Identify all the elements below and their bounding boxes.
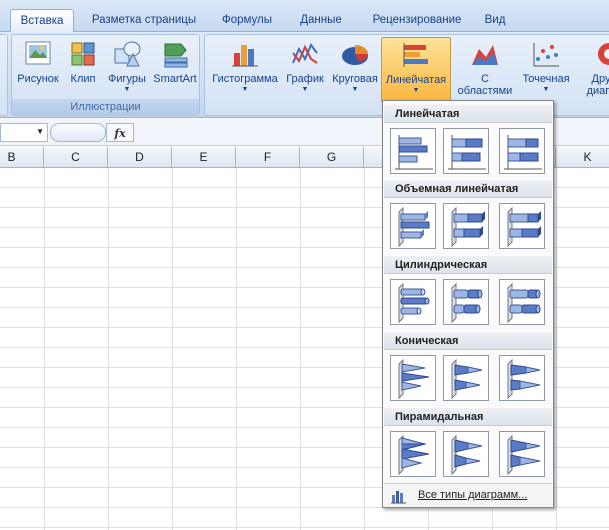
bar-chart-gallery: Линейчатая Объемная линейчатая Цилиндрич… [382,100,554,508]
area-chart-button[interactable]: С областями [455,39,515,101]
percent-stacked-cone-thumb[interactable] [499,355,545,401]
stacked-cone-thumb[interactable] [443,355,489,401]
section-cone: Коническая [384,332,552,350]
formula-bar-resize-handle[interactable] [50,123,106,142]
smartart-icon [159,39,191,69]
percent-stacked-bar-3d-thumb[interactable] [499,203,545,249]
percent-stacked-cylinder-thumb[interactable] [499,279,545,325]
ribbon-tab-bar: Вставка Разметка страницы Формулы Данные… [0,0,609,32]
insert-function-button[interactable]: fx [106,123,134,142]
chevron-down-icon: ▼ [241,86,249,93]
ribbon-group-tables [0,34,8,116]
column-header-c[interactable]: C [44,147,108,168]
column-header-b[interactable]: B [0,147,44,168]
smartart-button[interactable]: SmartArt [151,39,199,101]
scatter-chart-icon [530,39,562,69]
stacked-bar-thumb[interactable] [443,128,489,174]
picture-button[interactable]: Рисунок [15,39,61,101]
pie-chart-icon [339,39,371,69]
tab-review[interactable]: Рецензирование [362,9,472,32]
other-charts-icon [585,39,609,69]
chevron-down-icon[interactable]: ▼ [36,127,44,136]
scatter-chart-button[interactable]: Точечная ▼ [519,39,573,101]
chevron-down-icon: ▼ [412,87,420,94]
area-chart-icon [469,39,501,69]
bar-chart-button[interactable]: Линейчатая ▼ [381,37,451,103]
chevron-down-icon: ▼ [123,86,131,93]
stacked-pyramid-thumb[interactable] [443,431,489,477]
section-pyramid: Пирамидальная [384,408,552,426]
column-header-f[interactable]: F [236,147,300,168]
tab-data[interactable]: Данные [290,9,352,32]
clustered-cylinder-thumb[interactable] [390,279,436,325]
stacked-bar-3d-thumb[interactable] [443,203,489,249]
shapes-button[interactable]: Фигуры ▼ [105,39,149,101]
column-header-k[interactable]: K [556,147,609,168]
percent-stacked-bar-thumb[interactable] [499,128,545,174]
other-charts-button[interactable]: Дру диагр [581,39,609,101]
shapes-icon [111,39,143,69]
clustered-pyramid-thumb[interactable] [390,431,436,477]
tab-page-layout[interactable]: Разметка страницы [82,9,206,32]
column-chart-button[interactable]: Гистограмма ▼ [208,39,282,101]
percent-stacked-pyramid-thumb[interactable] [499,431,545,477]
column-chart-icon [229,39,261,69]
clip-art-button[interactable]: Клип [65,39,101,101]
chevron-down-icon: ▼ [351,86,359,93]
section-bar-2d: Линейчатая [384,105,552,123]
name-box[interactable]: ▼ [0,123,48,142]
tab-formulas[interactable]: Формулы [214,9,280,32]
clustered-bar-3d-thumb[interactable] [390,203,436,249]
clustered-cone-thumb[interactable] [390,355,436,401]
line-chart-icon [289,39,321,69]
clustered-bar-thumb[interactable] [390,128,436,174]
clip-art-icon [67,39,99,69]
tab-view[interactable]: Вид [478,9,512,32]
stacked-cylinder-thumb[interactable] [443,279,489,325]
all-chart-types-link[interactable]: Все типы диаграмм... [384,483,552,507]
all-chart-types-label: Все типы диаграмм... [418,489,528,501]
bar-chart-icon [400,40,432,70]
section-bar-3d: Объемная линейчатая [384,180,552,198]
ribbon-group-illustrations: Рисунок Клип Фигуры ▼ SmartArt Иллюстрац… [11,34,200,116]
column-header-d[interactable]: D [108,147,172,168]
picture-icon [22,39,54,69]
section-cylinder: Цилиндрическая [384,256,552,274]
line-chart-button[interactable]: График ▼ [284,39,326,101]
chevron-down-icon: ▼ [301,86,309,93]
illustrations-group-label: Иллюстрации [12,99,199,115]
column-header-g[interactable]: G [300,147,364,168]
column-header-e[interactable]: E [172,147,236,168]
pie-chart-button[interactable]: Круговая ▼ [328,39,382,101]
tab-insert[interactable]: Вставка [10,9,74,32]
chart-types-icon [390,488,408,507]
chevron-down-icon: ▼ [542,86,550,93]
